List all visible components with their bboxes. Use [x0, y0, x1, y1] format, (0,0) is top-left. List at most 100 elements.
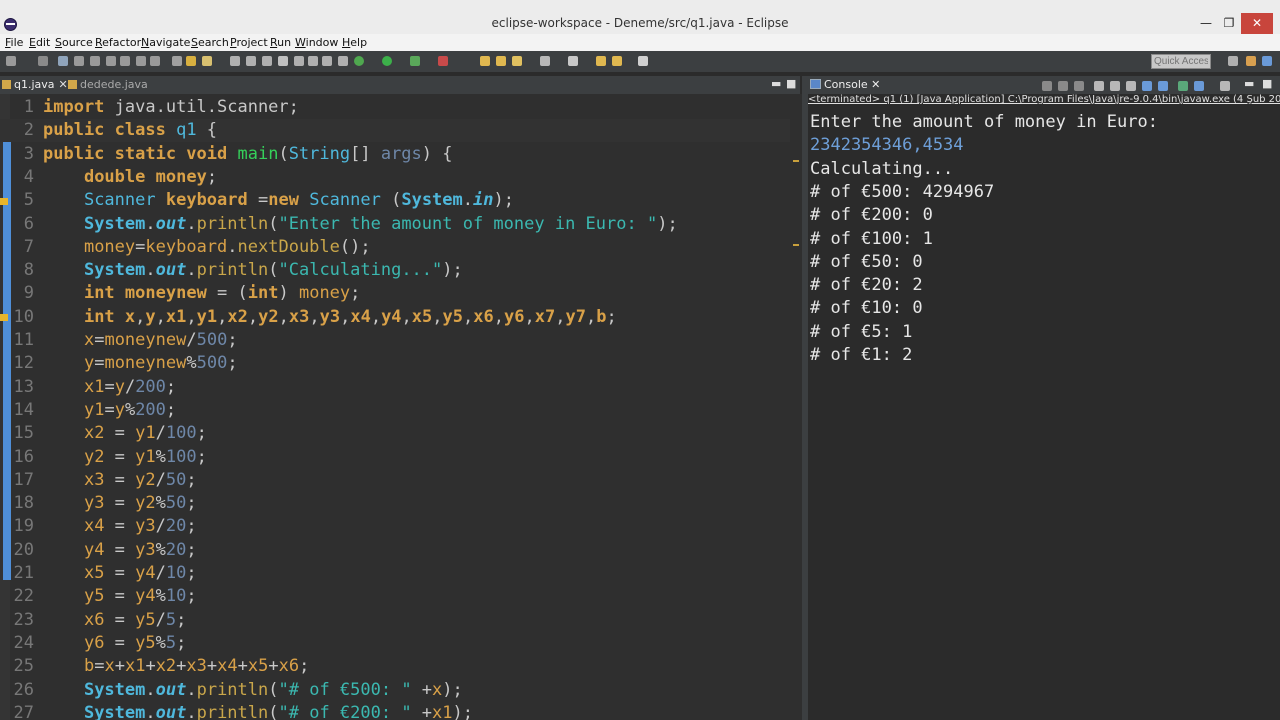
tab-q1-java[interactable]: q1.java ✕: [2, 78, 68, 94]
next-annotation-icon[interactable]: [596, 56, 606, 66]
drop-to-frame-icon[interactable]: [172, 56, 182, 66]
pen-icon[interactable]: [278, 56, 288, 66]
code-line[interactable]: 11 x=moneynew/500;: [0, 329, 790, 352]
warning-marker-icon[interactable]: [0, 314, 8, 321]
step-into-icon[interactable]: [120, 56, 130, 66]
code-line[interactable]: 20 y4 = y3%20;: [0, 539, 790, 562]
java-perspective-icon[interactable]: [1262, 56, 1272, 66]
minimize-view-icon[interactable]: ▬: [1244, 77, 1254, 90]
terminal-icon[interactable]: [322, 56, 332, 66]
code-line[interactable]: 15 x2 = y1/100;: [0, 422, 790, 445]
remove-launch-icon[interactable]: [1058, 81, 1068, 91]
code-line[interactable]: 19 x4 = y3/20;: [0, 515, 790, 538]
tab-console[interactable]: Console ✕: [810, 78, 880, 91]
word-wrap-icon[interactable]: [1126, 81, 1136, 91]
code-line[interactable]: 1 import java.util.Scanner;: [0, 96, 790, 119]
code-line[interactable]: 16 y2 = y1%100;: [0, 446, 790, 469]
code-line[interactable]: 5 Scanner keyboard =new Scanner (System.…: [0, 189, 790, 212]
coverage-icon[interactable]: [410, 56, 420, 66]
gear-icon[interactable]: [6, 56, 16, 66]
menu-edit[interactable]: Edit: [29, 36, 50, 49]
step-over-icon[interactable]: [136, 56, 146, 66]
menu-help[interactable]: Help: [342, 36, 367, 49]
code-line[interactable]: 9 int moneynew = (int) money;: [0, 282, 790, 305]
display-selected-console-icon[interactable]: [1194, 81, 1204, 91]
terminate-icon[interactable]: [1042, 81, 1052, 91]
search-icon[interactable]: [568, 56, 578, 66]
warning-marker-icon[interactable]: [0, 198, 8, 205]
close-tab-icon[interactable]: ✕: [59, 78, 68, 91]
menu-window[interactable]: Window: [295, 36, 338, 49]
overview-warning-mark[interactable]: [793, 244, 799, 246]
print-icon[interactable]: [262, 56, 272, 66]
open-perspective-icon[interactable]: [1228, 56, 1238, 66]
close-tab-icon[interactable]: ✕: [871, 78, 880, 91]
code-editor[interactable]: 1 import java.util.Scanner; 2 public class …: [0, 94, 802, 720]
menu-navigate[interactable]: Navigate: [141, 36, 190, 49]
code-line[interactable]: 6 System.out.println("Enter the amount o…: [0, 213, 790, 236]
console-view-icon[interactable]: [308, 56, 318, 66]
code-line[interactable]: 8 System.out.println("Calculating...");: [0, 259, 790, 282]
code-line[interactable]: 3 public static void main(String[] args) …: [0, 143, 790, 166]
skip-breakpoints-icon[interactable]: [38, 56, 48, 66]
build-icon[interactable]: [294, 56, 304, 66]
menu-project[interactable]: Project: [230, 36, 268, 49]
tab-dedede-java[interactable]: dedede.java: [68, 78, 148, 94]
back-arrow-icon[interactable]: [612, 56, 622, 66]
step-return-icon[interactable]: [150, 56, 160, 66]
maximize-view-icon[interactable]: ■: [1262, 77, 1272, 90]
disconnect-icon[interactable]: [106, 56, 116, 66]
java-ee-perspective-icon[interactable]: [1246, 56, 1256, 66]
code-line[interactable]: 17 x3 = y2/50;: [0, 469, 790, 492]
new-file-icon[interactable]: [230, 56, 240, 66]
code-line[interactable]: 27 System.out.println("# of €200: " +x1)…: [0, 702, 790, 720]
terminate-icon[interactable]: [90, 56, 100, 66]
code-line[interactable]: 10 int x,y,x1,y1,x2,y2,x3,y3,x4,y4,x5,y5…: [0, 306, 790, 329]
code-line[interactable]: 23 x6 = y5/5;: [0, 609, 790, 632]
menu-search[interactable]: Search: [191, 36, 229, 49]
code-line[interactable]: 2 public class q1 {: [0, 119, 790, 143]
minimize-view-icon[interactable]: ▬: [771, 77, 781, 90]
menu-run[interactable]: Run: [270, 36, 291, 49]
suspend-icon[interactable]: [74, 56, 84, 66]
debug-icon[interactable]: [354, 56, 364, 66]
open-folder-icon[interactable]: [202, 56, 212, 66]
forward-arrow-icon[interactable]: [638, 56, 648, 66]
quick-access-input[interactable]: [1151, 54, 1211, 69]
code-line[interactable]: 13 x1=y/200;: [0, 376, 790, 399]
code-line[interactable]: 21 x5 = y4/10;: [0, 562, 790, 585]
external-tools-icon[interactable]: [438, 56, 448, 66]
code-line[interactable]: 26 System.out.println("# of €500: " +x);: [0, 679, 790, 702]
code-line[interactable]: 18 y3 = y2%50;: [0, 492, 790, 515]
layout-icon[interactable]: [338, 56, 348, 66]
pin-console-icon[interactable]: [1178, 81, 1188, 91]
code-line[interactable]: 14 y1=y%200;: [0, 399, 790, 422]
show-on-error-icon[interactable]: [1158, 81, 1168, 91]
new-class-icon[interactable]: [512, 56, 522, 66]
code-line[interactable]: 24 y6 = y5%5;: [0, 632, 790, 655]
overview-warning-mark[interactable]: [793, 160, 799, 162]
maximize-view-icon[interactable]: ■: [786, 77, 796, 90]
open-console-icon[interactable]: [1220, 81, 1230, 91]
menu-refactor[interactable]: Refactor: [95, 36, 141, 49]
code-line[interactable]: 12 y=moneynew%500;: [0, 352, 790, 375]
show-on-output-icon[interactable]: [1142, 81, 1152, 91]
run-icon[interactable]: [382, 56, 392, 66]
code-line[interactable]: 7 money=keyboard.nextDouble();: [0, 236, 790, 259]
menu-source[interactable]: Source: [55, 36, 93, 49]
remove-all-icon[interactable]: [1074, 81, 1084, 91]
menu-file[interactable]: File: [5, 36, 23, 49]
resume-icon[interactable]: [58, 56, 68, 66]
close-window-button[interactable]: ✕: [1241, 13, 1273, 34]
use-step-filters-icon[interactable]: [186, 56, 196, 66]
save-icon[interactable]: [246, 56, 256, 66]
restore-window-button[interactable]: ❐: [1216, 13, 1242, 34]
clear-console-icon[interactable]: [1094, 81, 1104, 91]
code-line[interactable]: 22 y5 = y4%10;: [0, 585, 790, 608]
console-output[interactable]: Enter the amount of money in Euro: 234235…: [808, 111, 1280, 720]
new-java-project-icon[interactable]: [480, 56, 490, 66]
open-type-icon[interactable]: [540, 56, 550, 66]
scroll-lock-icon[interactable]: [1110, 81, 1120, 91]
code-line[interactable]: 25 b=x+x1+x2+x3+x4+x5+x6;: [0, 655, 790, 678]
new-package-icon[interactable]: [496, 56, 506, 66]
